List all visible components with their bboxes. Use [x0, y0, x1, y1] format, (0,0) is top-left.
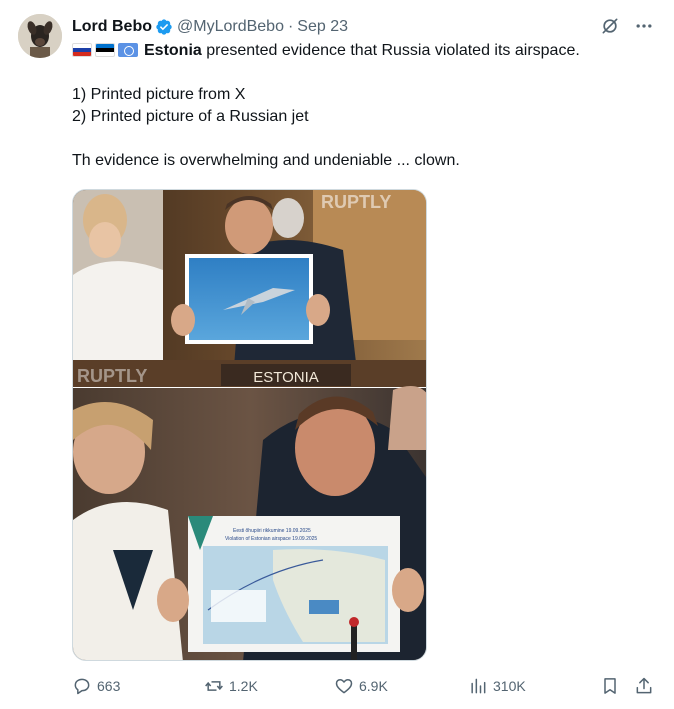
like-button[interactable]: 6.9K [334, 674, 388, 698]
share-icon [636, 677, 652, 694]
tweet: Lord Bebo @MyLordBebo · Sep 23 Estonia p… [0, 0, 674, 709]
tweet-text: Estonia presented evidence that Russia v… [72, 40, 652, 172]
nameplate-text: ESTONIA [253, 369, 319, 386]
bookmark-button[interactable] [600, 674, 620, 698]
verified-badge-icon [156, 19, 172, 35]
grok-icon[interactable] [600, 16, 620, 36]
author-handle[interactable]: @MyLordBebo [177, 18, 284, 36]
dog-avatar-icon [18, 14, 62, 58]
heart-icon [335, 679, 353, 694]
bookmark-icon [604, 678, 616, 694]
media-image[interactable]: ESTONIA RUPTLY RUPTLY Eesti õhupiiri rik… [72, 189, 427, 661]
more-options-icon[interactable] [634, 16, 654, 36]
text-line-1-rest: presented evidence that Russia violated … [201, 42, 580, 59]
list-item-1: 1) Printed picture from X [72, 86, 246, 103]
share-button[interactable] [634, 674, 654, 698]
reply-count: 663 [97, 678, 121, 694]
russia-flag-icon [72, 43, 92, 57]
mention-estonia[interactable]: Estonia [144, 42, 202, 59]
header-separator: · [287, 18, 294, 35]
map-title-en: Violation of Estonian airspace 19.09.202… [225, 536, 317, 542]
closing-line: Th evidence is overwhelming and undeniab… [72, 152, 460, 169]
author-name[interactable]: Lord Bebo [72, 18, 152, 36]
views-button[interactable]: 310K [468, 674, 526, 698]
reply-icon [74, 678, 90, 695]
flag-emojis [72, 43, 138, 57]
post-date[interactable]: Sep 23 [297, 18, 348, 36]
repost-count: 1.2K [229, 678, 258, 694]
reply-button[interactable]: 663 [72, 674, 120, 698]
photo-collage: ESTONIA RUPTLY RUPTLY Eesti õhupiiri rik… [73, 190, 426, 660]
watermark-top: RUPTLY [321, 192, 391, 212]
tweet-header: Lord Bebo @MyLordBebo · Sep 23 [72, 16, 654, 38]
list-item-2: 2) Printed picture of a Russian jet [72, 108, 309, 125]
header-icons [600, 16, 654, 36]
like-count: 6.9K [359, 678, 388, 694]
watermark-bottom: RUPTLY [77, 366, 147, 386]
text-line-1: Estonia presented evidence that Russia v… [72, 40, 652, 62]
un-flag-icon [118, 43, 138, 57]
map-title-et: Eesti õhupiiri rikkumine 19.09.2025 [233, 528, 311, 534]
repost-button[interactable]: 1.2K [204, 674, 258, 698]
repost-icon [205, 681, 223, 691]
avatar[interactable] [18, 14, 62, 58]
action-bar: 663 1.2K 6.9K 310K [72, 674, 656, 698]
views-count: 310K [493, 678, 526, 694]
estonia-flag-icon [95, 43, 115, 57]
views-chart-icon [471, 678, 486, 694]
